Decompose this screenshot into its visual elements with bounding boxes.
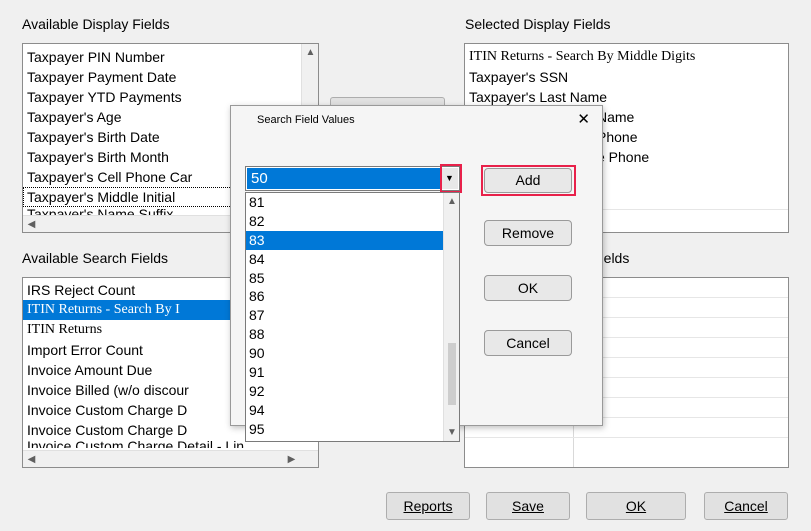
scroll-thumb[interactable] <box>448 343 456 405</box>
list-item[interactable]: 90 <box>246 344 459 363</box>
list-item[interactable]: 82 <box>246 212 459 231</box>
scroll-up-icon[interactable]: ▲ <box>444 193 459 210</box>
list-item[interactable]: 81 <box>246 193 459 212</box>
scroll-left-icon[interactable]: ◀ <box>23 451 40 467</box>
reports-button-label: Reports <box>403 498 453 514</box>
grid-divider <box>465 437 788 438</box>
value-combobox[interactable]: 50 ▼ <box>245 166 460 191</box>
selected-display-fields-label: Selected Display Fields <box>465 16 611 32</box>
list-item[interactable]: 85 <box>246 269 459 288</box>
dialog-remove-button[interactable]: Remove <box>484 220 572 246</box>
list-item[interactable]: 83 <box>246 230 459 250</box>
list-item[interactable]: Taxpayer's Last Name <box>465 87 788 107</box>
reports-button[interactable]: Reports <box>386 492 470 520</box>
list-item[interactable]: ITIN Returns - Search By Middle Digits <box>465 47 788 67</box>
add-button-highlight <box>481 165 576 196</box>
dialog-ok-button[interactable]: OK <box>484 275 572 301</box>
ok-button-label: OK <box>625 498 647 514</box>
scroll-right-icon[interactable]: ▶ <box>283 451 300 467</box>
dialog-title: Search Field Values <box>257 114 355 126</box>
list-item[interactable]: 88 <box>246 325 459 344</box>
save-button-label: Save <box>512 498 544 514</box>
scroll-down-icon[interactable]: ▼ <box>444 424 459 441</box>
list-item[interactable]: 94 <box>246 401 459 420</box>
scroll-up-icon[interactable]: ▲ <box>302 44 318 61</box>
list-item[interactable]: Taxpayer's SSN <box>465 67 788 87</box>
list-item[interactable]: Taxpayer YTD Payments <box>23 87 318 107</box>
close-icon[interactable]: ✕ <box>577 110 590 128</box>
save-button[interactable]: Save <box>486 492 570 520</box>
dropdown-arrow-highlight <box>440 164 462 193</box>
available-search-fields-label: Available Search Fields <box>22 250 169 266</box>
cancel-button-label: Cancel <box>724 498 768 514</box>
list-item[interactable]: 87 <box>246 306 459 325</box>
vertical-scrollbar[interactable]: ▲ ▼ <box>443 193 459 441</box>
list-item[interactable]: 86 <box>246 287 459 306</box>
list-item[interactable]: Taxpayer PIN Number <box>23 47 318 67</box>
list-item[interactable]: 91 <box>246 363 459 382</box>
list-item[interactable]: 95 <box>246 420 459 439</box>
ok-button[interactable]: OK <box>586 492 686 520</box>
scroll-left-icon[interactable]: ◀ <box>23 216 40 232</box>
dialog-cancel-button[interactable]: Cancel <box>484 330 572 356</box>
available-display-fields-label: Available Display Fields <box>22 16 170 32</box>
list-item[interactable]: 84 <box>246 250 459 269</box>
search-field-values-dialog: Search Field Values ✕ 50 ▼ 81 82 83 84 8… <box>230 105 603 442</box>
value-dropdown-list[interactable]: 81 82 83 84 85 86 87 88 90 91 92 94 95 ▲… <box>245 192 460 442</box>
horizontal-scrollbar[interactable]: ◀ ▶ <box>23 450 318 467</box>
list-item[interactable]: Taxpayer Payment Date <box>23 67 318 87</box>
combobox-value[interactable]: 50 <box>247 168 440 189</box>
list-item[interactable]: 92 <box>246 382 459 401</box>
cancel-button[interactable]: Cancel <box>704 492 788 520</box>
